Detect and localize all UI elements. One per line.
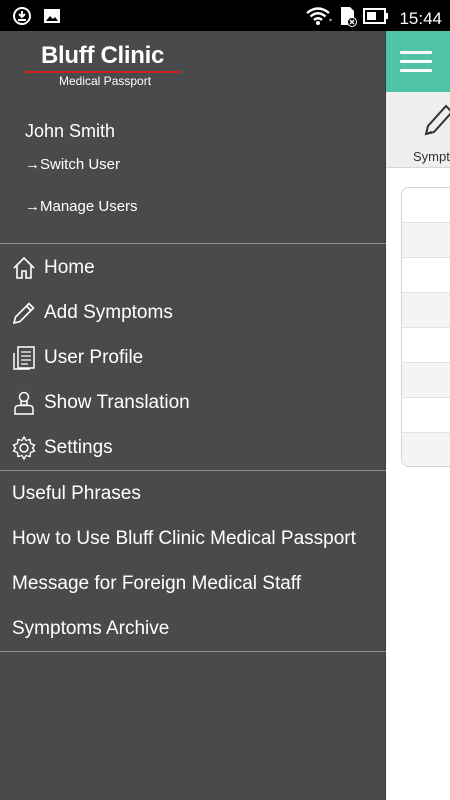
nav-item-user-profile[interactable]: User Profile (0, 335, 386, 380)
pencil-icon[interactable] (422, 102, 450, 143)
nav-item-label: Settings (44, 436, 113, 458)
nav-item-how-to-use[interactable]: How to Use Bluff Clinic Medical Passport (12, 528, 356, 550)
app-toolbar: Sympto (386, 92, 450, 168)
app-header (386, 31, 450, 92)
nav-item-home[interactable]: Home (0, 245, 386, 290)
divider (0, 651, 386, 652)
home-icon (11, 255, 37, 281)
divider (0, 470, 386, 471)
nav-item-message-foreign-staff[interactable]: Message for Foreign Medical Staff (12, 573, 301, 595)
sim-icon (339, 5, 358, 32)
menu-icon[interactable] (400, 51, 432, 73)
navigation-drawer: Bluff Clinic Medical Passport John Smith… (0, 31, 386, 800)
divider (0, 243, 386, 244)
nav-item-settings[interactable]: Settings (0, 425, 386, 470)
wifi-icon (305, 6, 333, 31)
nav-item-label: Home (44, 256, 95, 278)
gear-icon (11, 435, 37, 461)
pencil-icon (11, 300, 37, 326)
nav-item-label: Show Translation (44, 391, 190, 413)
sync-icon (12, 6, 32, 31)
person-icon (11, 390, 37, 416)
symptom-list-card (401, 187, 450, 467)
switch-user-link[interactable]: →Switch User (25, 156, 120, 173)
nav-item-label: Add Symptoms (44, 301, 173, 323)
image-icon (42, 6, 62, 31)
nav-item-useful-phrases[interactable]: Useful Phrases (12, 483, 141, 505)
logo-title: Bluff Clinic (41, 42, 165, 69)
current-user-name: John Smith (25, 121, 116, 141)
status-bar: 15:44 (0, 0, 450, 31)
clinic-logo: Bluff Clinic Medical Passport (25, 41, 185, 90)
logo-subtitle: Medical Passport (59, 74, 152, 88)
profile-icon (11, 345, 37, 371)
battery-icon (363, 7, 389, 30)
background-app: Sympto (386, 31, 450, 800)
nav-item-label: User Profile (44, 346, 144, 368)
toolbar-symptoms-label[interactable]: Sympto (413, 149, 450, 164)
nav-item-show-translation[interactable]: Show Translation (0, 380, 386, 425)
nav-item-add-symptoms[interactable]: Add Symptoms (0, 290, 386, 335)
nav-item-symptoms-archive[interactable]: Symptoms Archive (12, 618, 169, 640)
clock: 15:44 (399, 8, 442, 28)
manage-users-link[interactable]: →Manage Users (25, 198, 138, 215)
